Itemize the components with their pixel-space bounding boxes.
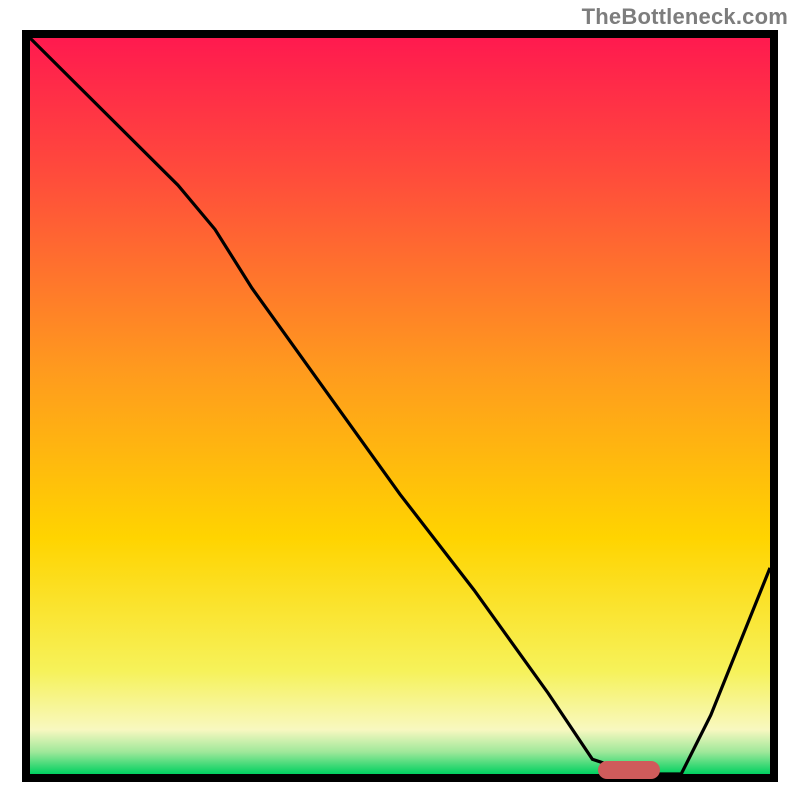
watermark-text: TheBottleneck.com [582,4,788,30]
optimal-marker [598,761,660,779]
bottleneck-chart [30,38,770,774]
